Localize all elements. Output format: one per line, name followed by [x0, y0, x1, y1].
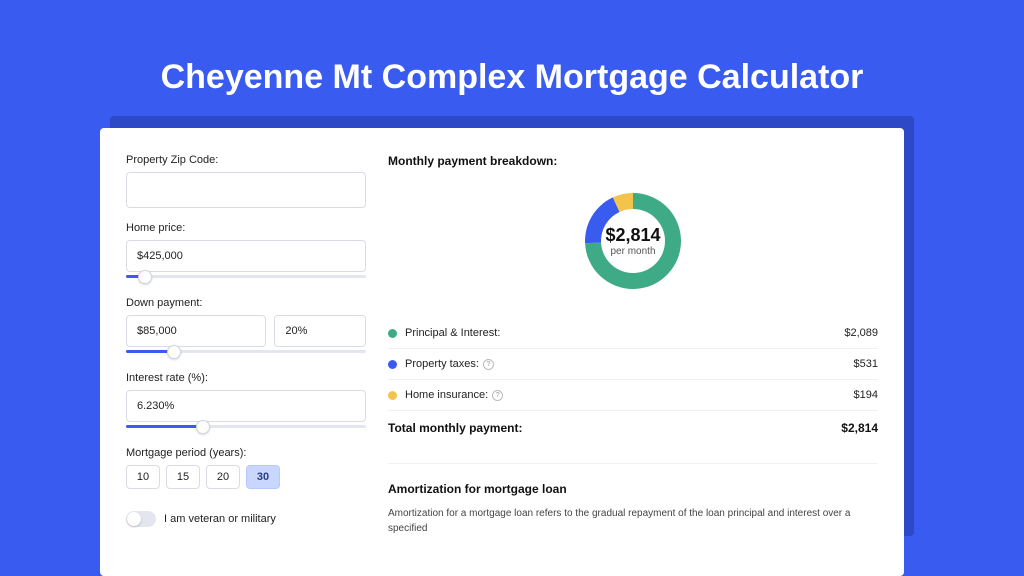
mortgage-period-group: 10152030 — [126, 465, 366, 489]
slider-thumb[interactable] — [138, 270, 152, 284]
legend-dot — [388, 391, 397, 400]
zip-input[interactable] — [126, 172, 366, 208]
slider-thumb[interactable] — [196, 420, 210, 434]
home-price-input[interactable] — [126, 240, 366, 272]
inputs-panel: Property Zip Code: Home price: Down paym… — [126, 154, 366, 536]
legend-value: $194 — [854, 389, 878, 401]
donut-amount: $2,814 — [605, 225, 660, 246]
total-value: $2,814 — [841, 421, 878, 435]
zip-label: Property Zip Code: — [126, 154, 366, 166]
info-icon[interactable]: ? — [492, 390, 503, 401]
page-title: Cheyenne Mt Complex Mortgage Calculator — [0, 0, 1024, 97]
legend-row-pi: Principal & Interest:$2,089 — [388, 318, 878, 349]
interest-rate-slider[interactable] — [126, 421, 366, 433]
calculator-card: Property Zip Code: Home price: Down paym… — [100, 128, 904, 576]
legend-row-ins: Home insurance:?$194 — [388, 380, 878, 410]
home-price-slider[interactable] — [126, 271, 366, 283]
amortization-section: Amortization for mortgage loan Amortizat… — [388, 463, 878, 536]
toggle-knob — [127, 512, 141, 526]
results-panel: Monthly payment breakdown: $2,814 per mo… — [388, 154, 878, 536]
amortization-body: Amortization for a mortgage loan refers … — [388, 506, 878, 536]
period-option-10[interactable]: 10 — [126, 465, 160, 489]
period-option-20[interactable]: 20 — [206, 465, 240, 489]
info-icon[interactable]: ? — [483, 359, 494, 370]
amortization-heading: Amortization for mortgage loan — [388, 482, 878, 496]
period-option-15[interactable]: 15 — [166, 465, 200, 489]
donut-sublabel: per month — [610, 246, 655, 257]
legend-label: Home insurance:? — [405, 389, 854, 401]
payment-legend: Principal & Interest:$2,089Property taxe… — [388, 318, 878, 410]
legend-value: $2,089 — [844, 327, 878, 339]
down-payment-pct-input[interactable] — [274, 315, 366, 347]
veteran-toggle[interactable] — [126, 511, 156, 527]
legend-dot — [388, 329, 397, 338]
donut-center: $2,814 per month — [572, 180, 694, 302]
veteran-label: I am veteran or military — [164, 513, 276, 525]
interest-rate-input[interactable] — [126, 390, 366, 422]
legend-dot — [388, 360, 397, 369]
down-payment-slider[interactable] — [126, 346, 366, 358]
legend-label: Principal & Interest: — [405, 327, 844, 339]
down-payment-input[interactable] — [126, 315, 266, 347]
legend-label: Property taxes:? — [405, 358, 854, 370]
interest-rate-label: Interest rate (%): — [126, 372, 366, 384]
period-option-30[interactable]: 30 — [246, 465, 280, 489]
slider-thumb[interactable] — [167, 345, 181, 359]
payment-donut-chart: $2,814 per month — [572, 180, 694, 302]
total-row: Total monthly payment: $2,814 — [388, 410, 878, 435]
down-payment-label: Down payment: — [126, 297, 366, 309]
total-label: Total monthly payment: — [388, 421, 841, 435]
home-price-label: Home price: — [126, 222, 366, 234]
legend-value: $531 — [854, 358, 878, 370]
legend-row-tax: Property taxes:?$531 — [388, 349, 878, 380]
breakdown-heading: Monthly payment breakdown: — [388, 154, 878, 168]
mortgage-period-label: Mortgage period (years): — [126, 447, 366, 459]
